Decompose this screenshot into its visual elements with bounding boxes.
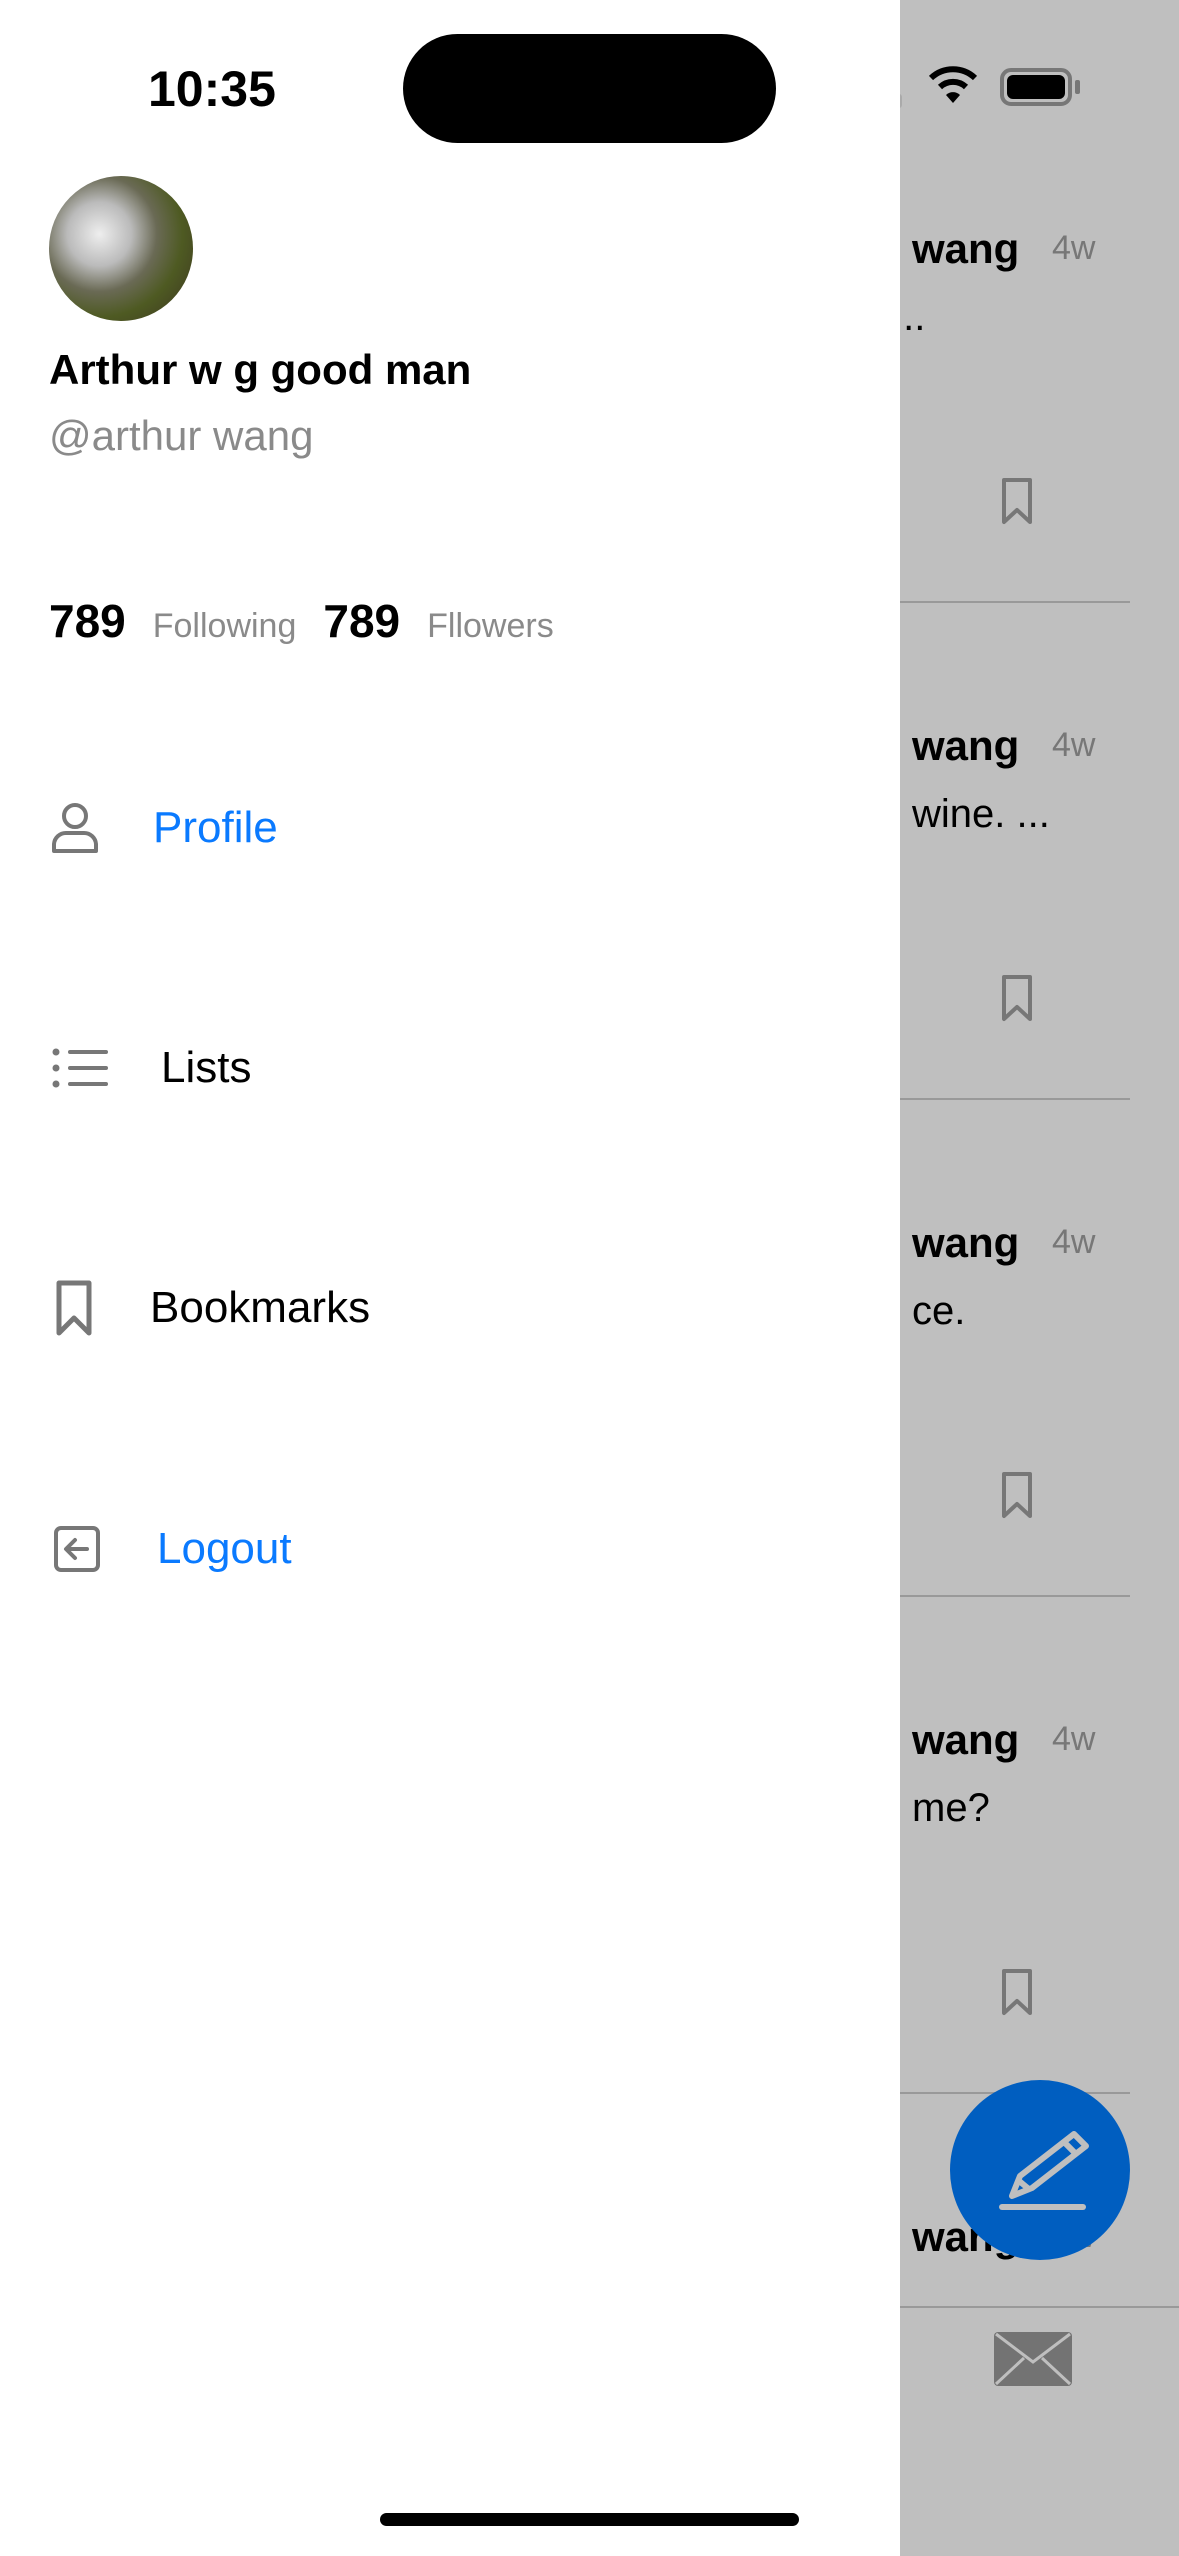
feed-backdrop[interactable]: wang 4w... wang 4wwine. ... wang 4wce. w… — [900, 0, 1179, 2556]
menu-item-logout[interactable]: Logout — [53, 1517, 292, 1581]
side-drawer: 10:35 Arthur w g good man @arthur wang 7… — [0, 0, 900, 2556]
feed-author[interactable]: wang — [912, 1219, 1019, 1267]
menu-item-lists[interactable]: Lists — [52, 1036, 251, 1100]
divider — [900, 1595, 1130, 1597]
compose-button[interactable] — [950, 2080, 1130, 2260]
feed-author[interactable]: wang — [912, 1716, 1019, 1764]
user-handle: @arthur wang — [49, 412, 314, 459]
person-icon — [52, 803, 98, 853]
menu-item-bookmarks[interactable]: Bookmarks — [56, 1276, 370, 1340]
feed-author[interactable]: wang — [912, 225, 1019, 273]
avatar[interactable] — [49, 176, 193, 321]
user-name: Arthur w g good man — [49, 346, 472, 393]
following-label[interactable]: Following — [153, 607, 297, 646]
menu-label: Profile — [153, 803, 278, 852]
status-time: 10:35 — [148, 61, 276, 117]
following-count[interactable]: 789 — [49, 594, 126, 648]
divider — [900, 1098, 1130, 1100]
feed-age: 4w — [1052, 1223, 1096, 1261]
feed-snippet: wine. ... — [912, 792, 1050, 836]
feed-snippet: ce. — [912, 1289, 966, 1333]
signal-icon — [900, 94, 902, 108]
mail-icon[interactable] — [994, 2332, 1072, 2386]
feed-snippet: ... — [900, 295, 926, 339]
menu-label: Lists — [161, 1043, 252, 1092]
home-indicator[interactable] — [380, 2513, 799, 2526]
menu-item-profile[interactable]: Profile — [50, 796, 278, 860]
pencil-icon — [999, 2131, 1089, 2210]
feed-snippet: me? — [912, 1786, 990, 1830]
feed-author[interactable]: wang — [912, 722, 1019, 770]
menu-label: Logout — [157, 1524, 292, 1573]
wifi-icon — [928, 66, 978, 103]
list-icon — [52, 1048, 108, 1088]
dynamic-island — [403, 34, 776, 143]
logout-icon — [54, 1526, 100, 1572]
bookmark-icon[interactable] — [1001, 974, 1033, 1022]
followers-label[interactable]: Fllowers — [427, 607, 554, 646]
bookmark-icon — [56, 1280, 92, 1336]
bookmark-icon[interactable] — [1001, 1968, 1033, 2016]
menu-label: Bookmarks — [150, 1283, 371, 1332]
bookmark-icon[interactable] — [1001, 1471, 1033, 1519]
divider — [900, 601, 1130, 603]
bookmark-icon[interactable] — [1001, 477, 1033, 525]
feed-age: 4w — [1052, 726, 1096, 764]
battery-icon — [1000, 68, 1072, 106]
feed-age: 4w — [1052, 229, 1096, 267]
follow-stats: 789 Following 789 Fllowers — [49, 594, 554, 648]
followers-count[interactable]: 789 — [323, 594, 400, 648]
feed-age: 4w — [1052, 1720, 1096, 1758]
